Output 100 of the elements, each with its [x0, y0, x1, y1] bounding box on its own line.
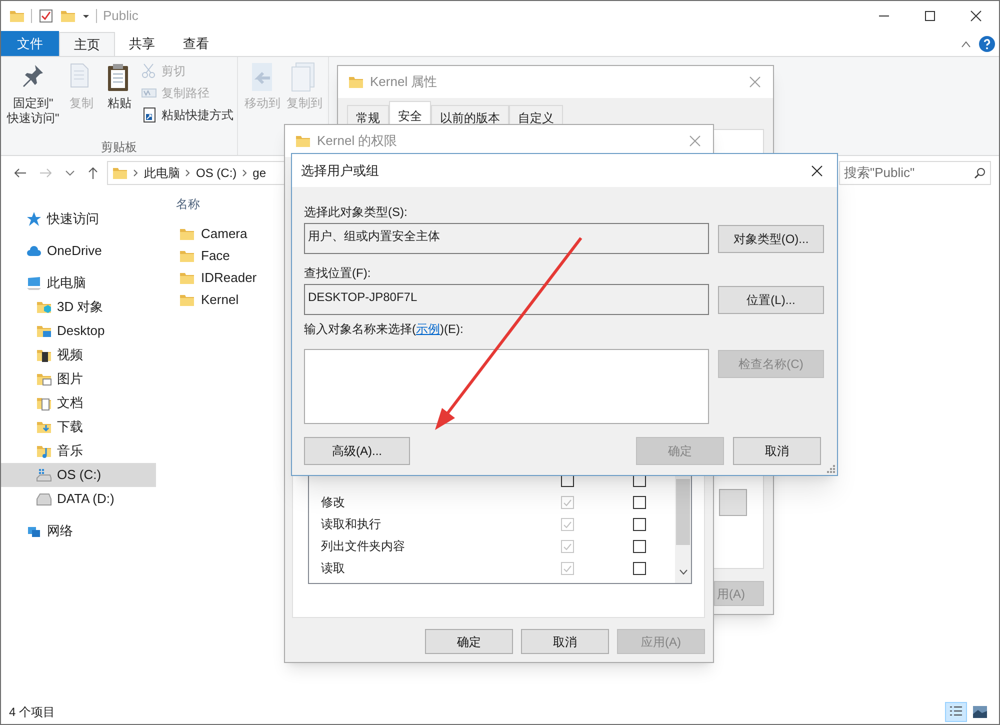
- nav-item[interactable]: 图片: [1, 367, 156, 391]
- recent-locations-icon[interactable]: [65, 168, 75, 176]
- ribbon-tab[interactable]: 共享: [115, 31, 169, 56]
- folder-icon: [179, 226, 195, 242]
- shortcut-icon: [141, 107, 158, 123]
- dialog-button[interactable]: 取消: [733, 437, 821, 465]
- folder-icon: [36, 323, 52, 339]
- ribbon-tab[interactable]: 主页: [59, 32, 115, 57]
- checkbox[interactable]: [633, 496, 646, 508]
- nav-item-label: Desktop: [57, 322, 105, 340]
- group-label: 剪贴板: [101, 140, 138, 154]
- drive-icon: [36, 467, 52, 483]
- cloud-icon: [26, 243, 42, 259]
- close-icon: [689, 135, 701, 147]
- folder-icon: [36, 395, 52, 411]
- checkbox[interactable]: [633, 518, 646, 530]
- close-icon: [811, 164, 823, 176]
- column-header[interactable]: 名称: [176, 195, 200, 213]
- nav-item-label: 文档: [57, 394, 83, 412]
- folder-icon: [36, 347, 52, 363]
- file-name[interactable]: Kernel: [201, 290, 239, 310]
- dialog-title: Kernel 的权限: [317, 132, 398, 150]
- ribbon-tab[interactable]: 文件: [1, 31, 59, 56]
- scroll-down-icon[interactable]: [679, 569, 688, 575]
- dialog-title: Kernel 属性: [370, 73, 438, 92]
- properties-icon[interactable]: [38, 8, 54, 24]
- breadcrumb-item[interactable]: OS (C:): [196, 164, 237, 182]
- checkbox[interactable]: [633, 562, 646, 574]
- scrollbar-thumb[interactable]: [676, 479, 690, 545]
- close-icon: [749, 76, 761, 88]
- location-field: DESKTOP-JP80F7L: [304, 284, 709, 315]
- nav-item-label: 视频: [57, 346, 83, 364]
- nav-item-label: 音乐: [57, 442, 83, 460]
- example-link[interactable]: 示例: [416, 322, 440, 336]
- view-button[interactable]: [945, 702, 967, 722]
- file-name[interactable]: IDReader: [201, 268, 257, 288]
- nav-item-label: 此电脑: [47, 274, 86, 292]
- permission-name: 修改: [321, 495, 345, 509]
- search-field[interactable]: 搜索"Public": [844, 162, 974, 182]
- object-names-field[interactable]: [304, 349, 709, 424]
- nav-item[interactable]: 下载: [1, 415, 156, 439]
- collapse-ribbon-icon[interactable]: [961, 40, 971, 48]
- ribbon-button[interactable]: 粘贴: [101, 61, 138, 135]
- thumbnails-view-icon: [971, 703, 989, 721]
- nav-item[interactable]: OS (C:): [1, 463, 156, 487]
- folder-icon: [36, 371, 52, 387]
- folder-icon: [36, 299, 52, 315]
- resize-grip-icon[interactable]: [825, 463, 835, 473]
- nav-item[interactable]: 此电脑: [1, 271, 156, 295]
- nav-item[interactable]: 快速访问: [1, 207, 156, 231]
- star-icon: [26, 211, 42, 227]
- file-name[interactable]: Camera: [201, 224, 248, 244]
- dropdown-icon[interactable]: [82, 12, 90, 20]
- nav-item[interactable]: 视频: [1, 343, 156, 367]
- window-title: Public: [103, 7, 138, 26]
- permission-name: 列出文件夹内容: [321, 539, 405, 553]
- ribbon-button[interactable]: 粘贴快捷方式: [141, 105, 234, 125]
- folder-icon: [36, 443, 52, 459]
- ribbon-tab[interactable]: 查看: [169, 31, 223, 56]
- dialog-button[interactable]: 高级(A)...: [304, 437, 410, 465]
- field-label: 输入对象名称来选择(示例)(E):: [304, 321, 464, 337]
- nav-item[interactable]: 网络: [1, 519, 156, 543]
- help-icon[interactable]: [979, 36, 995, 52]
- ribbon-button[interactable]: 固定到" 快速访问": [5, 61, 62, 135]
- nav-item[interactable]: 3D 对象: [1, 295, 156, 319]
- nav-item-label: 3D 对象: [57, 298, 104, 316]
- nav-item-label: 图片: [57, 370, 83, 388]
- nav-item-label: OneDrive: [47, 242, 102, 260]
- nav-item[interactable]: OneDrive: [1, 239, 156, 263]
- search-icon[interactable]: [974, 166, 986, 178]
- file-name[interactable]: Face: [201, 246, 230, 266]
- breadcrumb-item[interactable]: 此电脑: [144, 164, 180, 182]
- nav-item[interactable]: 音乐: [1, 439, 156, 463]
- chevron-icon: [185, 168, 191, 176]
- location-button[interactable]: 位置(L)...: [718, 286, 824, 314]
- nav-item[interactable]: Desktop: [1, 319, 156, 343]
- breadcrumb-item[interactable]: ge: [252, 164, 266, 182]
- status-text: 4 个项目: [9, 704, 56, 721]
- dialog-button[interactable]: 确定: [425, 629, 513, 654]
- permission-name: 读取和执行: [321, 517, 381, 531]
- object-type-button[interactable]: 对象类型(O)...: [718, 224, 824, 252]
- chevron-icon: [242, 168, 248, 176]
- nav-item-label: 快速访问: [47, 210, 99, 228]
- folder-icon: [179, 270, 195, 286]
- scissors-icon: [141, 63, 158, 79]
- nav-item[interactable]: DATA (D:): [1, 487, 156, 511]
- maximize-icon: [925, 11, 935, 21]
- nav-item-label: DATA (D:): [57, 490, 114, 508]
- nav-item-label: OS (C:): [57, 466, 102, 484]
- checkbox[interactable]: [633, 540, 646, 552]
- up-icon[interactable]: [87, 166, 99, 180]
- nav-item-label: 下载: [57, 418, 83, 436]
- folder-icon: [348, 74, 364, 90]
- drive-icon: [36, 491, 52, 507]
- nav-item[interactable]: 文档: [1, 391, 156, 415]
- field-label: 选择此对象类型(S):: [304, 205, 408, 219]
- search-box[interactable]: 搜索"Public": [839, 160, 991, 184]
- dialog-button[interactable]: 取消: [521, 629, 609, 654]
- folder-icon: [295, 133, 311, 149]
- back-icon[interactable]: [13, 166, 27, 178]
